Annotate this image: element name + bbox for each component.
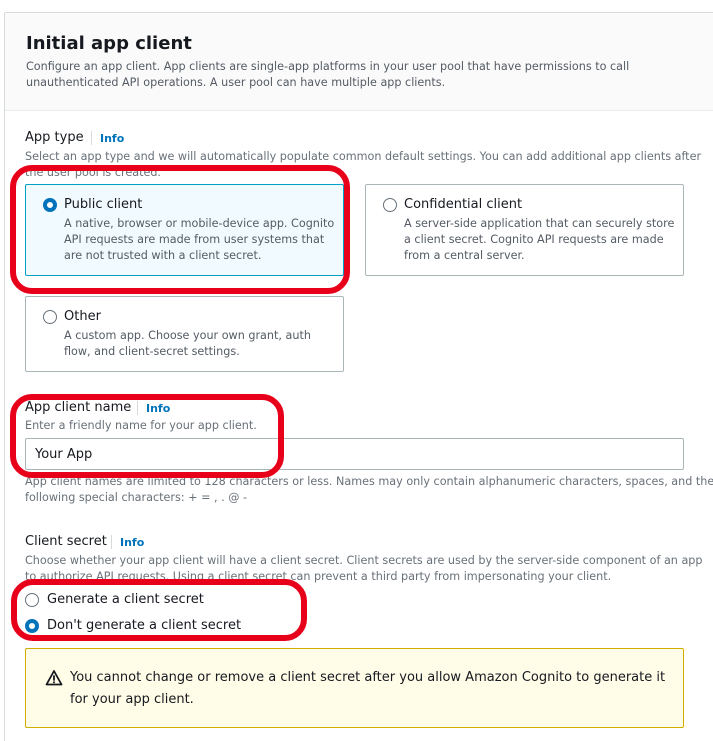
option-description: are not trusted with a client secret.: [64, 249, 262, 262]
option-description: API requests are made from user systems …: [64, 233, 325, 246]
radio-label: Generate a client secret: [47, 592, 204, 607]
client-secret-description-line2: to authorize API requests. Using a clien…: [25, 570, 612, 583]
radio-generate-client-secret[interactable]: Generate a client secret: [25, 590, 225, 610]
option-description: from a central server.: [404, 249, 525, 262]
client-secret-info-link[interactable]: Info: [120, 536, 144, 549]
option-description: a client secret. Cognito API requests ar…: [404, 233, 664, 246]
app-client-name-info-link[interactable]: Info: [146, 402, 170, 415]
warning-icon: [45, 670, 63, 686]
panel-header: Initial app client Configure an app clie…: [5, 13, 713, 111]
app-client-name-label: App client name: [25, 400, 132, 415]
option-description: A server-side application that can secur…: [404, 217, 675, 230]
app-type-option-other[interactable]: Other A custom app. Choose your own gran…: [25, 296, 344, 372]
alert-text: You cannot change or remove a client sec…: [70, 670, 666, 707]
radio-button[interactable]: [25, 593, 39, 607]
option-title: Public client: [64, 197, 143, 212]
radio-other[interactable]: [43, 310, 57, 324]
app-client-name-input[interactable]: [25, 438, 684, 470]
app-client-name-description: Enter a friendly name for your app clien…: [25, 419, 257, 432]
app-type-info-link[interactable]: Info: [100, 132, 124, 145]
option-title: Confidential client: [404, 197, 523, 212]
divider: [111, 535, 112, 549]
app-type-description-line1: Select an app type and we will automatic…: [25, 150, 702, 163]
option-description: A native, browser or mobile-device app. …: [64, 217, 335, 230]
app-type-option-confidential-client[interactable]: Confidential client A server-side applic…: [365, 184, 684, 276]
radio-button[interactable]: [25, 619, 39, 633]
option-description: flow, and client-secret settings.: [64, 345, 240, 358]
app-type-label: App type: [25, 130, 84, 145]
radio-label: Don't generate a client secret: [47, 618, 242, 633]
app-client-name-constraint-line2: following special characters: + = , . @ …: [25, 491, 248, 504]
section-title: Initial app client: [26, 33, 192, 54]
section-description: Configure an app client. App clients are…: [26, 60, 630, 89]
divider: [137, 401, 138, 415]
app-client-name-constraint-line1: App client names are limited to 128 char…: [25, 475, 713, 488]
radio-dont-generate-client-secret[interactable]: Don't generate a client secret: [25, 616, 255, 636]
divider: [91, 131, 92, 145]
option-title: Other: [64, 309, 101, 324]
client-secret-warning-alert: You cannot change or remove a client sec…: [25, 648, 684, 728]
client-secret-label: Client secret: [25, 534, 107, 549]
client-secret-description-line1: Choose whether your app client will have…: [25, 554, 703, 567]
radio-confidential-client[interactable]: [383, 198, 397, 212]
app-type-description-line2: the user pool is created.: [25, 166, 161, 179]
radio-public-client[interactable]: [43, 198, 57, 212]
app-type-option-public-client[interactable]: Public client A native, browser or mobil…: [25, 184, 344, 276]
option-description: A custom app. Choose your own grant, aut…: [64, 329, 311, 342]
